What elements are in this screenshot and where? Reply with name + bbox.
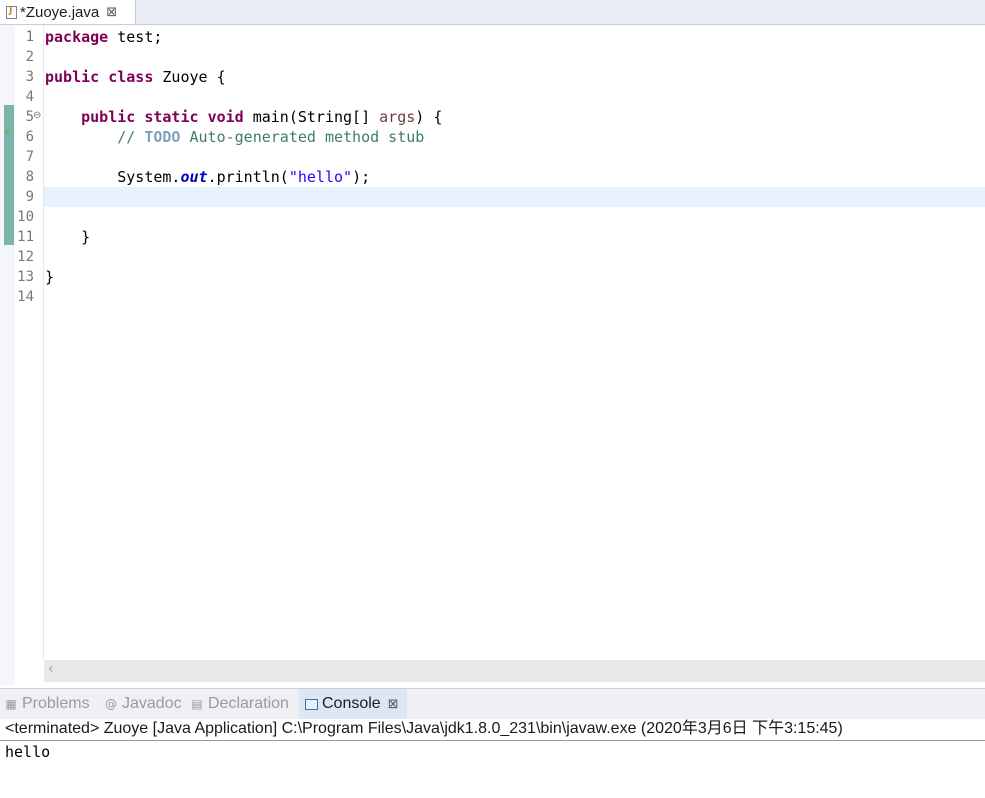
code-line-5: public static void main(String[] args) { [45, 107, 442, 127]
code-text: System. [117, 168, 181, 186]
horizontal-scrollbar[interactable]: ‹ [44, 660, 985, 682]
line-number: 13 [17, 269, 34, 285]
code-text-area[interactable]: package test; public class Zuoye { publi… [44, 25, 985, 660]
code-line-3: public class Zuoye { [45, 67, 226, 87]
console-view[interactable]: <terminated> Zuoye [Java Application] C:… [0, 719, 985, 798]
close-icon[interactable]: ⊠ [106, 5, 117, 20]
tab-problems[interactable]: ▦ Problems [4, 689, 90, 719]
close-icon[interactable]: ⊠ [388, 697, 399, 712]
code-text: Zuoye { [153, 68, 226, 86]
editor-tab-label: *Zuoye.java [20, 3, 100, 21]
java-file-icon [6, 5, 17, 19]
javadoc-icon: @ [105, 697, 117, 711]
code-line-11: } [45, 228, 91, 246]
code-text: ); [352, 168, 371, 186]
todo-tag: TODO [144, 128, 181, 146]
tab-javadoc-label: Javadoc [122, 695, 182, 712]
keyword: public [45, 68, 100, 86]
code-editor[interactable]: ✎ 1 2 3 4 5 ⊖ 6 7 8 9 10 11 12 13 14 pac… [0, 25, 985, 685]
code-text: test; [108, 28, 163, 46]
line-number: 6 [25, 129, 34, 145]
code-line-8: System.out.println("hello"); [45, 167, 370, 187]
tab-console[interactable]: Console ⊠ [299, 689, 407, 719]
code-line-6: // TODO Auto-generated method stub [45, 127, 424, 147]
line-number: 7 [25, 149, 34, 165]
console-icon [305, 698, 318, 710]
line-number: 12 [17, 249, 34, 265]
keyword: void [207, 108, 244, 126]
console-divider [0, 740, 985, 741]
line-number: 1 [25, 29, 34, 45]
tab-declaration[interactable]: ▤ Declaration [190, 689, 289, 719]
editor-tab-bar: *Zuoye.java ⊠ [0, 0, 985, 25]
problems-icon: ▦ [5, 697, 17, 711]
line-number: 3 [25, 69, 34, 85]
line-number: 8 [25, 169, 34, 185]
tab-declaration-label: Declaration [208, 695, 289, 712]
keyword: public [81, 108, 136, 126]
panel-tab-bar: ▦ Problems @ Javadoc ▤ Declaration Console … [0, 688, 985, 720]
line-number: 2 [25, 49, 34, 65]
code-text: .println( [207, 168, 289, 186]
declaration-icon: ▤ [191, 697, 203, 711]
keyword: package [45, 28, 109, 46]
static-field: out [180, 168, 208, 186]
scroll-left-icon[interactable]: ‹ [48, 661, 54, 677]
line-number: 5 [25, 109, 34, 125]
line-number: 4 [25, 89, 34, 105]
keyword: static [144, 108, 199, 126]
line-number: 9 [25, 189, 34, 205]
current-line-highlight [44, 187, 985, 207]
line-number: 10 [17, 209, 34, 225]
console-output: hello [5, 743, 51, 761]
comment: Auto-generated method stub [180, 128, 425, 146]
string-literal: "hello" [288, 168, 353, 186]
line-number: 11 [17, 229, 34, 245]
collapse-icon[interactable]: ⊖ [33, 110, 41, 121]
tab-javadoc[interactable]: @ Javadoc [104, 689, 182, 719]
console-status-header: <terminated> Zuoye [Java Application] C:… [5, 720, 843, 737]
keyword: class [108, 68, 154, 86]
tab-console-label: Console [322, 695, 381, 712]
line-number: 14 [17, 289, 34, 305]
tab-problems-label: Problems [22, 695, 90, 712]
comment: // [117, 128, 145, 146]
code-line-1: package test; [45, 27, 162, 47]
editor-tab-zuoye-java[interactable]: *Zuoye.java ⊠ [0, 0, 136, 24]
parameter: args [379, 108, 416, 126]
code-text: main(String[] [243, 108, 380, 126]
code-line-13: } [45, 268, 55, 286]
line-number-gutter: 1 2 3 4 5 ⊖ 6 7 8 9 10 11 12 13 14 [15, 25, 44, 660]
code-text: ) { [415, 108, 443, 126]
